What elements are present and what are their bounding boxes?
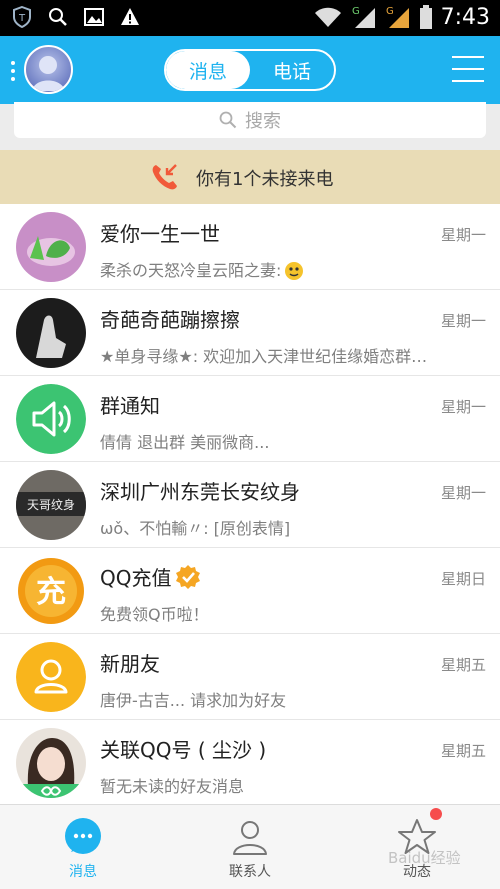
- tab-messages[interactable]: 消息: [166, 51, 250, 89]
- search-input[interactable]: 搜索: [14, 102, 486, 138]
- notification-dot: [430, 808, 442, 820]
- svg-text:Baidu经验: Baidu经验: [388, 849, 461, 867]
- contact-name: 新朋友: [100, 652, 160, 676]
- tab-label: 消息: [69, 864, 97, 880]
- avatar-image: [32, 56, 65, 91]
- message-time: 星期一: [440, 312, 486, 330]
- tab-contacts[interactable]: 联系人: [167, 805, 333, 889]
- title-bar: 消息 电话: [0, 36, 500, 104]
- chat-bubble-icon: [65, 818, 101, 854]
- message-preview: ★单身寻缘★: 欢迎加入天津世纪佳缘婚恋群…: [100, 347, 428, 366]
- watermark: Baidu经验: [388, 849, 461, 867]
- verified-badge-icon: [176, 565, 201, 589]
- contact-avatar: 天哥纹身: [16, 470, 86, 540]
- emoji-icon: [285, 262, 304, 280]
- message-preview: 暂无未读的好友消息: [100, 777, 245, 796]
- conversation-row[interactable]: 充 QQ充值 星期日 免费领Q币啦！: [0, 548, 500, 634]
- conversation-row[interactable]: 天哥纹身 深圳广州东莞长安纹身 星期一 ωǒ、不怕輸〃: [原创表情]: [0, 462, 500, 548]
- contact-name: 关联QQ号 ( 尘沙 ): [100, 738, 267, 762]
- group-notice-avatar: [16, 384, 86, 454]
- person-icon: [233, 821, 267, 855]
- conversation-row[interactable]: 爱你一生一世 星期一 柔杀の天怒冷皇云陌之妻:: [0, 204, 500, 290]
- message-call-switch: 消息 电话: [164, 49, 336, 91]
- user-avatar[interactable]: [24, 45, 73, 94]
- contact-avatar: [16, 728, 86, 798]
- image-icon: [84, 8, 104, 26]
- contact-avatar: [16, 212, 86, 282]
- status-bar: T G G 7:43: [0, 0, 500, 36]
- clock: 7:43: [440, 4, 490, 30]
- svg-text:G: G: [352, 6, 360, 17]
- menu-dots-icon[interactable]: [10, 60, 16, 82]
- more-menu-icon[interactable]: [452, 56, 484, 82]
- new-friend-avatar: [16, 642, 86, 712]
- contact-name: 爱你一生一世: [100, 222, 220, 246]
- svg-text:G: G: [386, 6, 394, 17]
- contact-name: QQ充值: [100, 562, 201, 591]
- tab-label: 联系人: [229, 864, 271, 880]
- signal-icon: G: [386, 6, 409, 28]
- svg-text:充: 充: [36, 575, 66, 610]
- message-time: 星期五: [440, 742, 486, 760]
- missed-call-icon: [152, 164, 177, 190]
- speaker-icon: [16, 384, 86, 454]
- search-icon: [219, 111, 237, 129]
- person-icon: [16, 642, 86, 712]
- search-icon: [49, 8, 67, 26]
- conversation-row[interactable]: 新朋友 星期五 唐伊-古吉... 请求加为好友: [0, 634, 500, 720]
- message-preview: ωǒ、不怕輸〃: [原创表情]: [100, 519, 291, 538]
- wifi-icon: [314, 7, 341, 27]
- contact-name: 奇葩奇葩蹦擦擦: [100, 308, 240, 332]
- svg-text:天哥纹身: 天哥纹身: [27, 497, 75, 512]
- contact-name: 深圳广州东莞长安纹身: [100, 480, 300, 504]
- conversation-row[interactable]: 群通知 星期一 倩倩 退出群 美丽微商...: [0, 376, 500, 462]
- message-preview: 唐伊-古吉... 请求加为好友: [100, 691, 287, 710]
- message-time: 星期一: [440, 398, 486, 416]
- shield-app-icon: T: [13, 6, 31, 28]
- battery-icon: [419, 5, 432, 29]
- search-area: 搜索: [0, 102, 500, 150]
- missed-call-banner[interactable]: 你有1个未接来电: [0, 150, 500, 204]
- conversation-row[interactable]: 奇葩奇葩蹦擦擦 星期一 ★单身寻缘★: 欢迎加入天津世纪佳缘婚恋群…: [0, 290, 500, 376]
- message-time: 星期一: [440, 484, 486, 502]
- conversation-row[interactable]: 关联QQ号 ( 尘沙 ) 星期五 暂无未读的好友消息: [0, 720, 500, 806]
- svg-text:T: T: [18, 13, 26, 24]
- missed-call-text: 你有1个未接来电: [196, 169, 334, 190]
- tab-messages-bottom[interactable]: 消息: [0, 805, 166, 889]
- tab-calls[interactable]: 电话: [250, 51, 334, 89]
- search-placeholder: 搜索: [245, 111, 281, 132]
- message-time: 星期一: [440, 226, 486, 244]
- contact-avatar: [16, 298, 86, 368]
- message-time: 星期五: [440, 656, 486, 674]
- message-preview: 倩倩 退出群 美丽微商...: [100, 433, 270, 452]
- recharge-avatar: 充: [16, 556, 86, 626]
- message-preview: 免费领Q币啦！: [100, 605, 209, 624]
- signal-icon: G: [352, 6, 375, 28]
- message-time: 星期日: [440, 570, 486, 588]
- contact-name: 群通知: [100, 394, 160, 418]
- warning-icon: [121, 8, 139, 25]
- message-preview: 柔杀の天怒冷皇云陌之妻:: [100, 257, 492, 281]
